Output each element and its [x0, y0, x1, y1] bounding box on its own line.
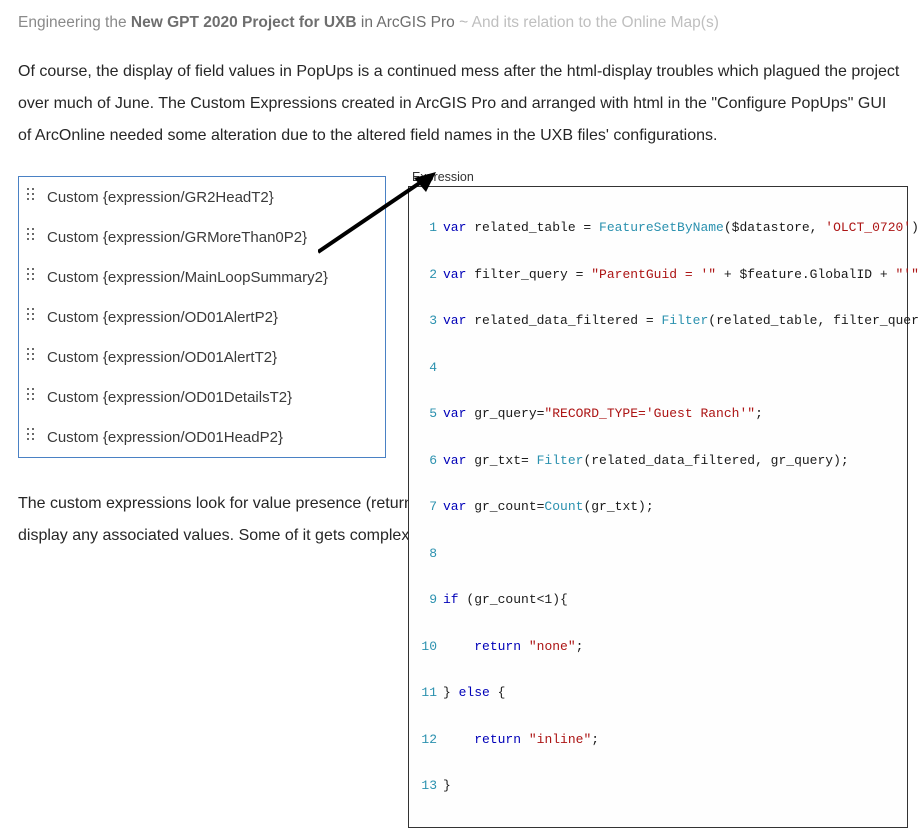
- code-line: var related_table = FeatureSetByName($da…: [443, 220, 918, 236]
- code-line: var gr_txt= Filter(related_data_filtered…: [443, 453, 903, 469]
- heading-tail: And its relation to the Online Map(s): [472, 14, 719, 31]
- code-line: var related_data_filtered = Filter(relat…: [443, 313, 918, 329]
- expression-list-box: Custom {expression/GR2HeadT2} Custom {ex…: [18, 176, 386, 458]
- line-number: 5: [411, 406, 443, 422]
- drag-handle-icon[interactable]: [27, 228, 37, 246]
- drag-handle-icon[interactable]: [27, 188, 37, 206]
- page-heading: Engineering the New GPT 2020 Project for…: [18, 14, 900, 32]
- line-number: 9: [411, 592, 443, 608]
- code-panel: Expression 1var related_table = FeatureS…: [408, 170, 908, 828]
- drag-handle-icon[interactable]: [27, 428, 37, 446]
- expression-label: Custom {expression/OD01HeadP2}: [47, 429, 283, 446]
- line-number: 2: [411, 267, 443, 283]
- figure-row: Custom {expression/GR2HeadT2} Custom {ex…: [18, 170, 900, 470]
- line-number: 8: [411, 546, 443, 562]
- code-line: [443, 546, 903, 562]
- drag-handle-icon[interactable]: [27, 348, 37, 366]
- list-item[interactable]: Custom {expression/OD01DetailsT2}: [19, 377, 385, 417]
- code-line: return "inline";: [443, 732, 903, 748]
- list-item[interactable]: Custom {expression/OD01AlertT2}: [19, 337, 385, 377]
- code-box: 1var related_table = FeatureSetByName($d…: [408, 186, 908, 828]
- page: Engineering the New GPT 2020 Project for…: [0, 0, 918, 588]
- code-line: var gr_query="RECORD_TYPE='Guest Ranch'"…: [443, 406, 903, 422]
- line-number: 3: [411, 313, 443, 329]
- expression-label: Custom {expression/OD01AlertT2}: [47, 349, 277, 366]
- line-number: 6: [411, 453, 443, 469]
- intro-paragraph: Of course, the display of field values i…: [18, 56, 900, 152]
- list-item[interactable]: Custom {expression/OD01HeadP2}: [19, 417, 385, 457]
- line-number: 1: [411, 220, 443, 236]
- drag-handle-icon[interactable]: [27, 308, 37, 326]
- line-number: 4: [411, 360, 443, 376]
- code-line: return "none";: [443, 639, 903, 655]
- list-item[interactable]: Custom {expression/GR2HeadT2}: [19, 177, 385, 217]
- code-line: if (gr_count<1){: [443, 592, 903, 608]
- heading-bold: New GPT 2020 Project for UXB: [131, 14, 357, 31]
- heading-prefix: Engineering the: [18, 14, 131, 31]
- expression-label: Custom {expression/OD01DetailsT2}: [47, 389, 292, 406]
- code-line: [443, 360, 903, 376]
- heading-mid: in ArcGIS Pro: [357, 14, 460, 31]
- drag-handle-icon[interactable]: [27, 268, 37, 286]
- drag-handle-icon[interactable]: [27, 388, 37, 406]
- line-number: 10: [411, 639, 443, 655]
- expression-label: Custom {expression/MainLoopSummary2}: [47, 269, 328, 286]
- code-line: var gr_count=Count(gr_txt);: [443, 499, 903, 515]
- line-number: 13: [411, 778, 443, 794]
- code-line: var filter_query = "ParentGuid = '" + $f…: [443, 267, 918, 283]
- line-number: 11: [411, 685, 443, 701]
- expression-label: Custom {expression/GRMoreThan0P2}: [47, 229, 307, 246]
- line-number: 12: [411, 732, 443, 748]
- line-number: 7: [411, 499, 443, 515]
- heading-tilde: ~: [459, 14, 472, 31]
- code-line: }: [443, 778, 903, 794]
- expression-label: Custom {expression/GR2HeadT2}: [47, 189, 274, 206]
- list-item[interactable]: Custom {expression/OD01AlertP2}: [19, 297, 385, 337]
- code-panel-title: Expression: [408, 170, 908, 186]
- list-item[interactable]: Custom {expression/GRMoreThan0P2}: [19, 217, 385, 257]
- expression-label: Custom {expression/OD01AlertP2}: [47, 309, 278, 326]
- list-item[interactable]: Custom {expression/MainLoopSummary2}: [19, 257, 385, 297]
- code-line: } else {: [443, 685, 903, 701]
